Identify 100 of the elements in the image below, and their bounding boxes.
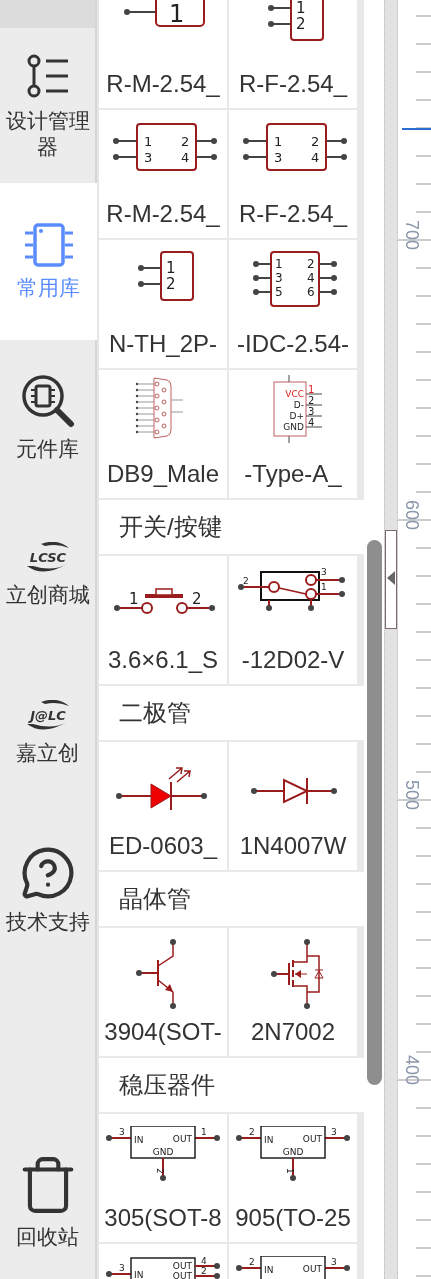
pin-label: GND (283, 422, 304, 432)
component-name: ED-0603_ (108, 832, 218, 860)
ruler-label: 400 (401, 1055, 422, 1086)
pin-label: 3 (331, 1257, 337, 1267)
chip-icon (23, 222, 74, 267)
pin-label: 6 (307, 285, 315, 299)
section-title: 开关/按键 (119, 512, 222, 542)
pin-label: 3 (321, 567, 327, 577)
component-tile[interactable]: 1 2 3 4 R-M-2.54_ (99, 110, 227, 238)
component-tile[interactable]: DB9_Male (99, 370, 227, 498)
pin-label: 2 (308, 395, 315, 406)
pin-label: IN (134, 1135, 144, 1145)
component-tile[interactable]: 2 IN OUT 3 (229, 1244, 357, 1279)
component-name: N-TH_2P- (109, 330, 217, 358)
pin-label: OUT (172, 1271, 192, 1279)
section-title: 二极管 (119, 698, 191, 728)
pin-label: D+ (289, 411, 304, 421)
pin-label: 1 (321, 582, 327, 592)
pin-label: 1 (275, 257, 283, 271)
component-tile[interactable]: 1N4007W (229, 742, 357, 870)
component-name: -12D02-V (241, 646, 345, 674)
pin-label: OUT (302, 1264, 322, 1274)
connector-symbol-drawing (135, 374, 185, 439)
pin-label: 1 (274, 134, 283, 149)
component-name: -IDC-2.54- (237, 330, 349, 358)
pin-label: 2 (243, 576, 249, 586)
pin-label: 4 (201, 1256, 207, 1266)
pin-label: IN (264, 1265, 274, 1275)
component-name: 1N4007W (239, 832, 347, 860)
pin-label: OUT (172, 1134, 192, 1144)
ruler-label: 700 (401, 220, 422, 251)
help-icon (19, 845, 76, 902)
pin-label: 2 (307, 257, 315, 271)
pin-label: 1 (308, 384, 315, 395)
component-name: 3904(SOT- (104, 1018, 222, 1046)
pin-label: 1 (296, 0, 306, 17)
component-tile[interactable]: 1 2 R-F-2.54_ (229, 0, 357, 108)
component-name: R-M-2.54_ (106, 70, 220, 98)
component-tile[interactable]: ED-0603_ (99, 742, 227, 870)
pin-label: OUT (302, 1134, 322, 1144)
component-tile[interactable]: 1 R-M-2.54_ (99, 0, 227, 108)
component-tile[interactable]: 3904(SOT- (99, 928, 227, 1056)
pin-label: 4 (308, 417, 315, 428)
transistor-symbol-drawing (271, 939, 326, 1009)
position-marker-icon[interactable] (385, 530, 397, 630)
pin-label: 2 (296, 15, 306, 33)
component-name: 2N7002 (250, 1018, 336, 1046)
pin-label: D- (293, 400, 304, 410)
component-tile[interactable]: 1 2 3.6×6.1_S (99, 556, 227, 684)
pin-label: GND (282, 1147, 304, 1157)
ruler-label: 500 (401, 780, 422, 811)
pin-label: 4 (311, 150, 320, 165)
pin-label: 1 (144, 134, 153, 149)
component-tile[interactable]: 1 2 3 4 R-F-2.54_ (229, 110, 357, 238)
section-title: 晶体管 (119, 884, 191, 914)
component-name: -Type-A_ (244, 460, 342, 488)
scrollbar-thumb[interactable] (366, 540, 382, 1085)
pin-label: 2 (192, 590, 202, 608)
pin-label: 3 (275, 271, 283, 285)
pin-label: GND (152, 1147, 174, 1157)
pin-label: 3 (308, 406, 315, 417)
component-name: DB9_Male (106, 460, 220, 488)
pin-label: 1 (166, 259, 176, 277)
component-tile[interactable]: 2 3 1 -12D02-V (229, 556, 357, 684)
pin-label: 1 (129, 590, 139, 608)
component-tile[interactable]: 1 2 3 4 5 6 -IDC-2.54- (229, 240, 357, 368)
pin-label: 2 (166, 275, 176, 293)
pin-label: IN (264, 1135, 274, 1145)
pin-label: 2 (155, 1168, 165, 1174)
pin-label: 4 (181, 150, 190, 165)
pin-label: 3 (331, 1127, 337, 1137)
component-name: R-F-2.54_ (238, 200, 347, 228)
pin-label: 3 (119, 1127, 125, 1137)
transistor-symbol-drawing (136, 939, 176, 1009)
component-name: R-M-2.54_ (106, 200, 220, 228)
pin-label: IN (134, 1270, 144, 1279)
pin-label: 1 (201, 1127, 207, 1137)
pin-label: 2 (181, 134, 190, 149)
component-tile[interactable]: 2N7002 (229, 928, 357, 1056)
pin-label: 2 (249, 1127, 255, 1137)
component-name: 305(SOT-8 (104, 1204, 222, 1232)
pin-label: VCC (285, 389, 304, 399)
pin-label: 3 (274, 150, 283, 165)
pin-label: 4 (307, 271, 315, 285)
section-title: 稳压器件 (119, 1070, 215, 1100)
search-icon (20, 373, 75, 428)
component-tile[interactable]: 3 IN OUT 1 GND 2 305(SOT-8 (99, 1114, 227, 1242)
logo: LCSC (24, 542, 71, 575)
component-tile[interactable]: 2 IN OUT 3 GND 1 905(TO-25 (229, 1114, 357, 1242)
pin-label: 2 (249, 1257, 255, 1267)
component-tile[interactable]: 1 2 N-TH_2P- (99, 240, 227, 368)
pin-label: 1 (285, 1168, 295, 1174)
pin-label: 3 (144, 150, 153, 165)
component-name: 3.6×6.1_S (107, 646, 219, 674)
ruler-label: 600 (401, 500, 422, 531)
pin-label: 1 (169, 0, 185, 28)
component-name: R-F-2.54_ (238, 70, 347, 98)
pin-label: 5 (275, 285, 283, 299)
pin-label: 3 (119, 1263, 125, 1273)
pin-label: 2 (311, 134, 320, 149)
